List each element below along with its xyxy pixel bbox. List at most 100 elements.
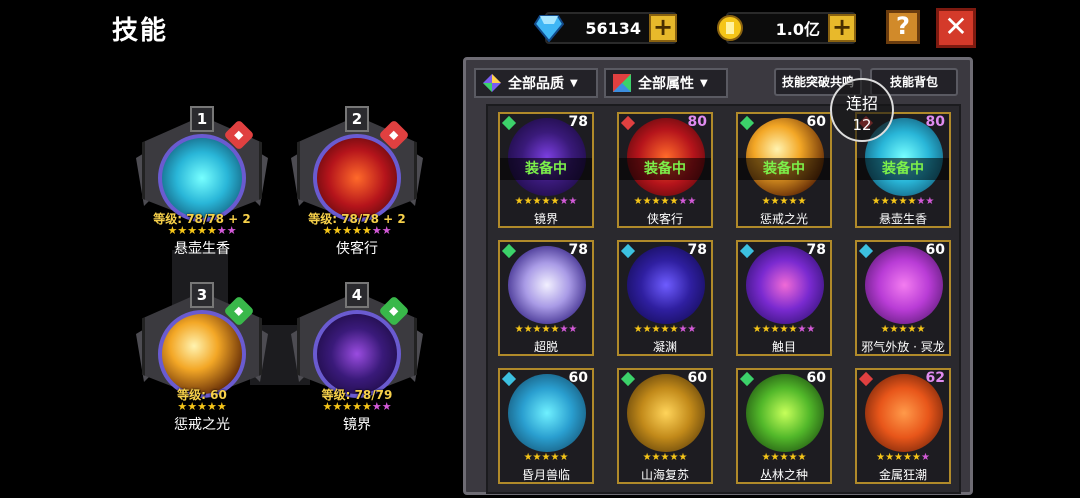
skill-name: 山海复苏 [640, 468, 689, 482]
star-rating: ★★★★★★★ [291, 400, 423, 413]
skill-card[interactable]: 60 ★★★★★ 山海复苏 [617, 368, 713, 484]
star-icon: ★ [206, 400, 217, 413]
skill-level: 78 [568, 114, 588, 130]
skill-inventory-panel: 全部品质 ▼ 全部属性 ▼ 技能突破共鸣 技能背包 78 装备中 ★★★★★★★ 镜界… [463, 57, 973, 495]
quality-icon [482, 73, 502, 93]
star-icon: ★ [514, 196, 524, 207]
star-icon: ★ [322, 400, 333, 413]
equipped-slot-3[interactable]: 3 ◆ 等级: 60 ★★★★★ 惩戒之光 [136, 282, 268, 433]
star-icon: ★ [371, 400, 382, 413]
element-gem-icon [739, 115, 755, 131]
star-rating: ★★★★★ [738, 196, 830, 207]
star-icon: ★ [361, 224, 372, 237]
star-icon: ★ [797, 196, 807, 207]
skill-level: 60 [806, 114, 826, 130]
star-rating: ★★★★★★★ [738, 324, 830, 335]
skill-level: 60 [568, 370, 588, 386]
skill-card[interactable]: 60 ★★★★★ 邪气外放 · 冥龙 [855, 240, 951, 356]
combo-label: 连招 [845, 94, 878, 113]
slot-skill-name: 侠客行 [336, 241, 378, 257]
element-gem-icon [858, 371, 874, 387]
equipped-slot-1[interactable]: 1 ◆ 等级: 78/78 + 2 ★★★★★★★ 悬壶生香 [136, 106, 268, 257]
star-icon: ★ [889, 196, 899, 207]
star-icon: ★ [687, 324, 697, 335]
skill-card[interactable]: 78 ★★★★★★★ 触目 [736, 240, 832, 356]
skill-card[interactable]: 80 装备中 ★★★★★★★ 侠客行 [617, 112, 713, 228]
star-icon: ★ [216, 224, 227, 237]
skill-card[interactable]: 60 ★★★★★ 昏月兽临 [498, 368, 594, 484]
star-rating: ★★★★★ [619, 452, 711, 463]
slot-number: 1 [190, 106, 214, 132]
star-icon: ★ [332, 400, 343, 413]
skill-card[interactable]: 78 ★★★★★★★ 超脱 [498, 240, 594, 356]
skill-orb-icon [158, 310, 246, 398]
star-icon: ★ [381, 224, 392, 237]
attribute-filter-label: 全部属性 [638, 76, 694, 92]
star-icon: ★ [894, 452, 903, 463]
star-icon: ★ [177, 400, 188, 413]
chevron-down-icon: ▼ [570, 77, 578, 89]
element-gem-icon [620, 115, 636, 131]
star-icon: ★ [514, 324, 524, 335]
help-button[interactable]: ? [886, 10, 920, 44]
skill-level: 78 [806, 242, 826, 258]
equipped-slot-2[interactable]: 2 ◆ 等级: 78/78 + 2 ★★★★★★★ 侠客行 [291, 106, 423, 257]
star-icon: ★ [642, 324, 652, 335]
star-icon: ★ [885, 452, 895, 463]
quality-filter-dropdown[interactable]: 全部品质 ▼ [474, 68, 598, 98]
attribute-icon [612, 73, 632, 93]
star-icon: ★ [797, 452, 807, 463]
star-rating: ★★★★★ [500, 452, 592, 463]
chevron-down-icon: ▼ [700, 77, 708, 89]
star-icon: ★ [532, 196, 542, 207]
skill-name: 凝渊 [652, 340, 677, 354]
star-icon: ★ [770, 452, 780, 463]
skill-level: 62 [925, 370, 945, 386]
add-gems-button[interactable]: + [649, 14, 677, 42]
skill-level: 80 [687, 114, 707, 130]
star-icon: ★ [687, 196, 697, 207]
skill-orb-icon [158, 134, 246, 222]
star-icon: ★ [889, 324, 899, 335]
combo-indicator[interactable]: 连招 12 [830, 78, 894, 142]
coin-icon [714, 12, 746, 44]
add-gold-button[interactable]: + [828, 14, 856, 42]
skill-card[interactable]: 78 装备中 ★★★★★★★ 镜界 [498, 112, 594, 228]
star-rating: ★★★★★★★ [857, 196, 949, 207]
star-icon: ★ [206, 224, 217, 237]
star-icon: ★ [678, 452, 688, 463]
skill-card[interactable]: 78 ★★★★★★★ 凝渊 [617, 240, 713, 356]
skill-card[interactable]: 60 ★★★★★ 丛林之种 [736, 368, 832, 484]
star-icon: ★ [925, 196, 935, 207]
star-rating: ★★★★★★★ [291, 224, 423, 237]
slot-skill-name: 镜界 [343, 417, 371, 433]
attribute-filter-dropdown[interactable]: 全部属性 ▼ [604, 68, 728, 98]
skill-name: 金属狂潮 [878, 468, 927, 482]
star-icon: ★ [761, 196, 771, 207]
equipped-badge: 装备中 [619, 158, 711, 180]
star-icon: ★ [532, 324, 542, 335]
skill-card[interactable]: 60 装备中 ★★★★★ 惩戒之光 [736, 112, 832, 228]
star-rating: ★★★★★ [738, 452, 830, 463]
close-button[interactable]: ✕ [936, 8, 976, 48]
skill-card[interactable]: 62 ★★★★★★ 金属狂潮 [855, 368, 951, 484]
equipped-badge: 装备中 [857, 158, 949, 180]
skill-name: 镜界 [533, 212, 558, 226]
star-icon: ★ [752, 324, 762, 335]
skill-name: 昏月兽临 [521, 468, 570, 482]
star-icon: ★ [197, 224, 207, 237]
combo-value: 12 [852, 116, 872, 134]
star-icon: ★ [642, 452, 652, 463]
star-icon: ★ [568, 196, 578, 207]
star-rating: ★★★★★ [136, 400, 268, 413]
star-rating: ★★★★★★★ [619, 324, 711, 335]
skill-name: 超脱 [533, 340, 558, 354]
star-icon: ★ [920, 452, 930, 463]
star-rating: ★★★★★★ [857, 452, 949, 463]
skill-name: 邪气外放 · 冥龙 [861, 340, 945, 354]
star-icon: ★ [523, 196, 533, 207]
skill-name: 丛林之种 [759, 468, 808, 482]
equipped-slot-4[interactable]: 4 ◆ 等级: 78/79 ★★★★★★★ 镜界 [291, 282, 423, 433]
skill-level: 60 [806, 370, 826, 386]
star-icon: ★ [361, 400, 372, 413]
